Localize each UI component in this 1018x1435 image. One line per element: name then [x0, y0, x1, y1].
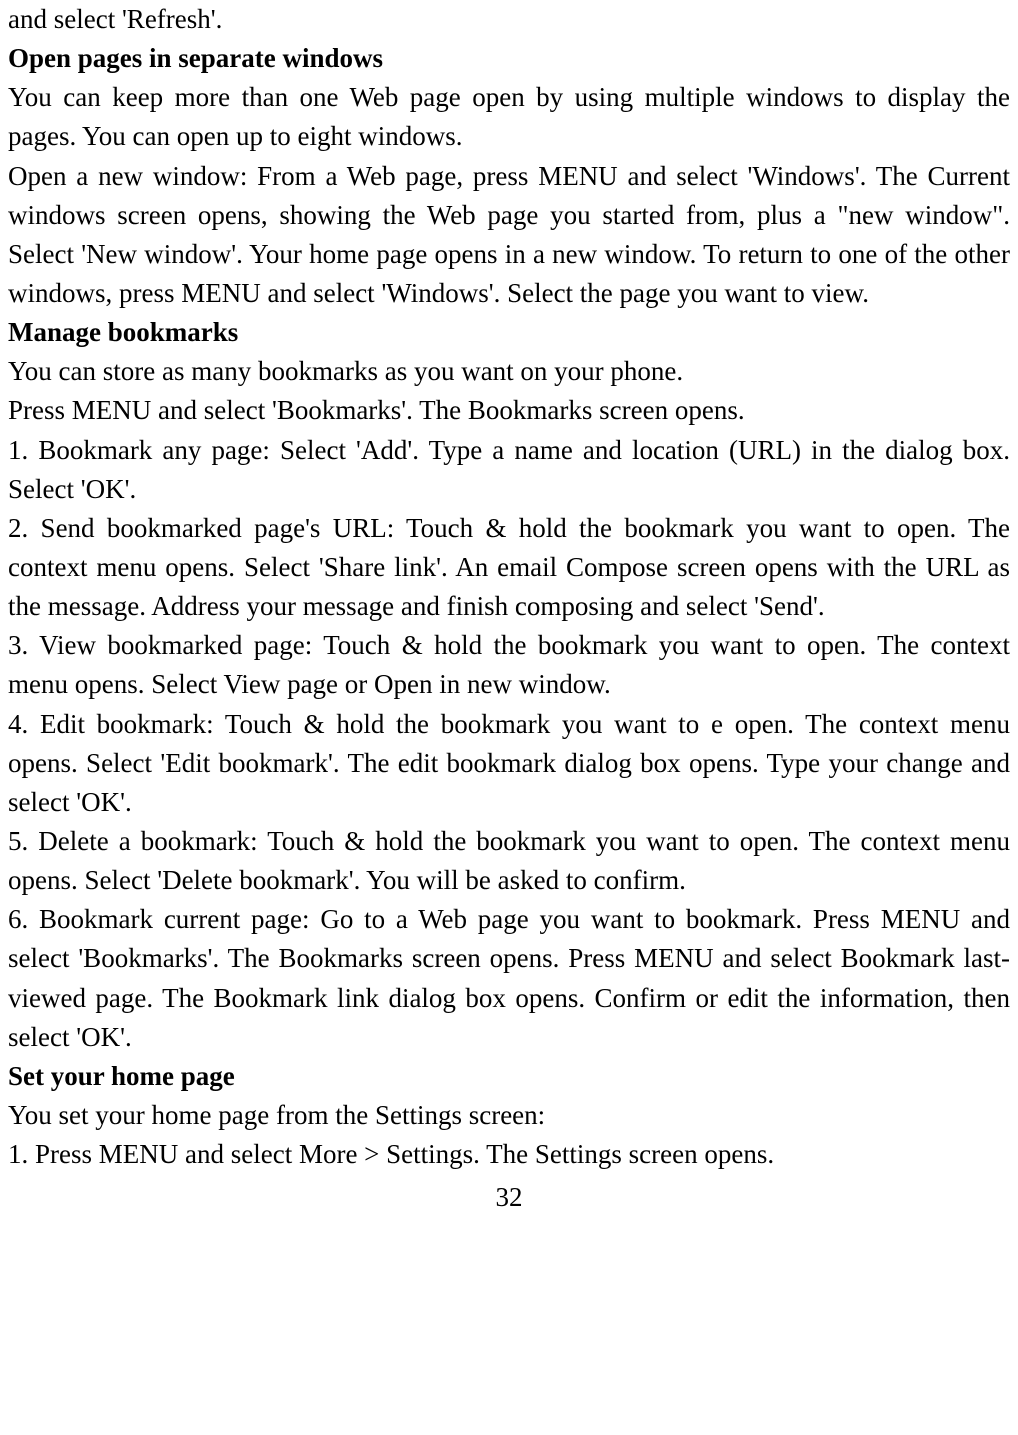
body-text: 3. View bookmarked page: Touch & hold th…	[8, 626, 1010, 704]
body-text: You set your home page from the Settings…	[8, 1096, 1010, 1135]
body-text: Open a new window: From a Web page, pres…	[8, 157, 1010, 314]
document-page: and select 'Refresh'. Open pages in sepa…	[0, 0, 1018, 1217]
section-heading: Open pages in separate windows	[8, 39, 1010, 78]
body-text: 5. Delete a bookmark: Touch & hold the b…	[8, 822, 1010, 900]
body-text: 4. Edit bookmark: Touch & hold the bookm…	[8, 705, 1010, 822]
body-text: 1. Bookmark any page: Select 'Add'. Type…	[8, 431, 1010, 509]
body-text: and select 'Refresh'.	[8, 0, 1010, 39]
body-text: You can keep more than one Web page open…	[8, 78, 1010, 156]
section-heading: Manage bookmarks	[8, 313, 1010, 352]
page-number: 32	[8, 1178, 1010, 1217]
body-text: 1. Press MENU and select More > Settings…	[8, 1135, 1010, 1174]
body-text: Press MENU and select 'Bookmarks'. The B…	[8, 391, 1010, 430]
body-text: 2. Send bookmarked page's URL: Touch & h…	[8, 509, 1010, 626]
body-text: You can store as many bookmarks as you w…	[8, 352, 1010, 391]
section-heading: Set your home page	[8, 1057, 1010, 1096]
body-text: 6. Bookmark current page: Go to a Web pa…	[8, 900, 1010, 1057]
